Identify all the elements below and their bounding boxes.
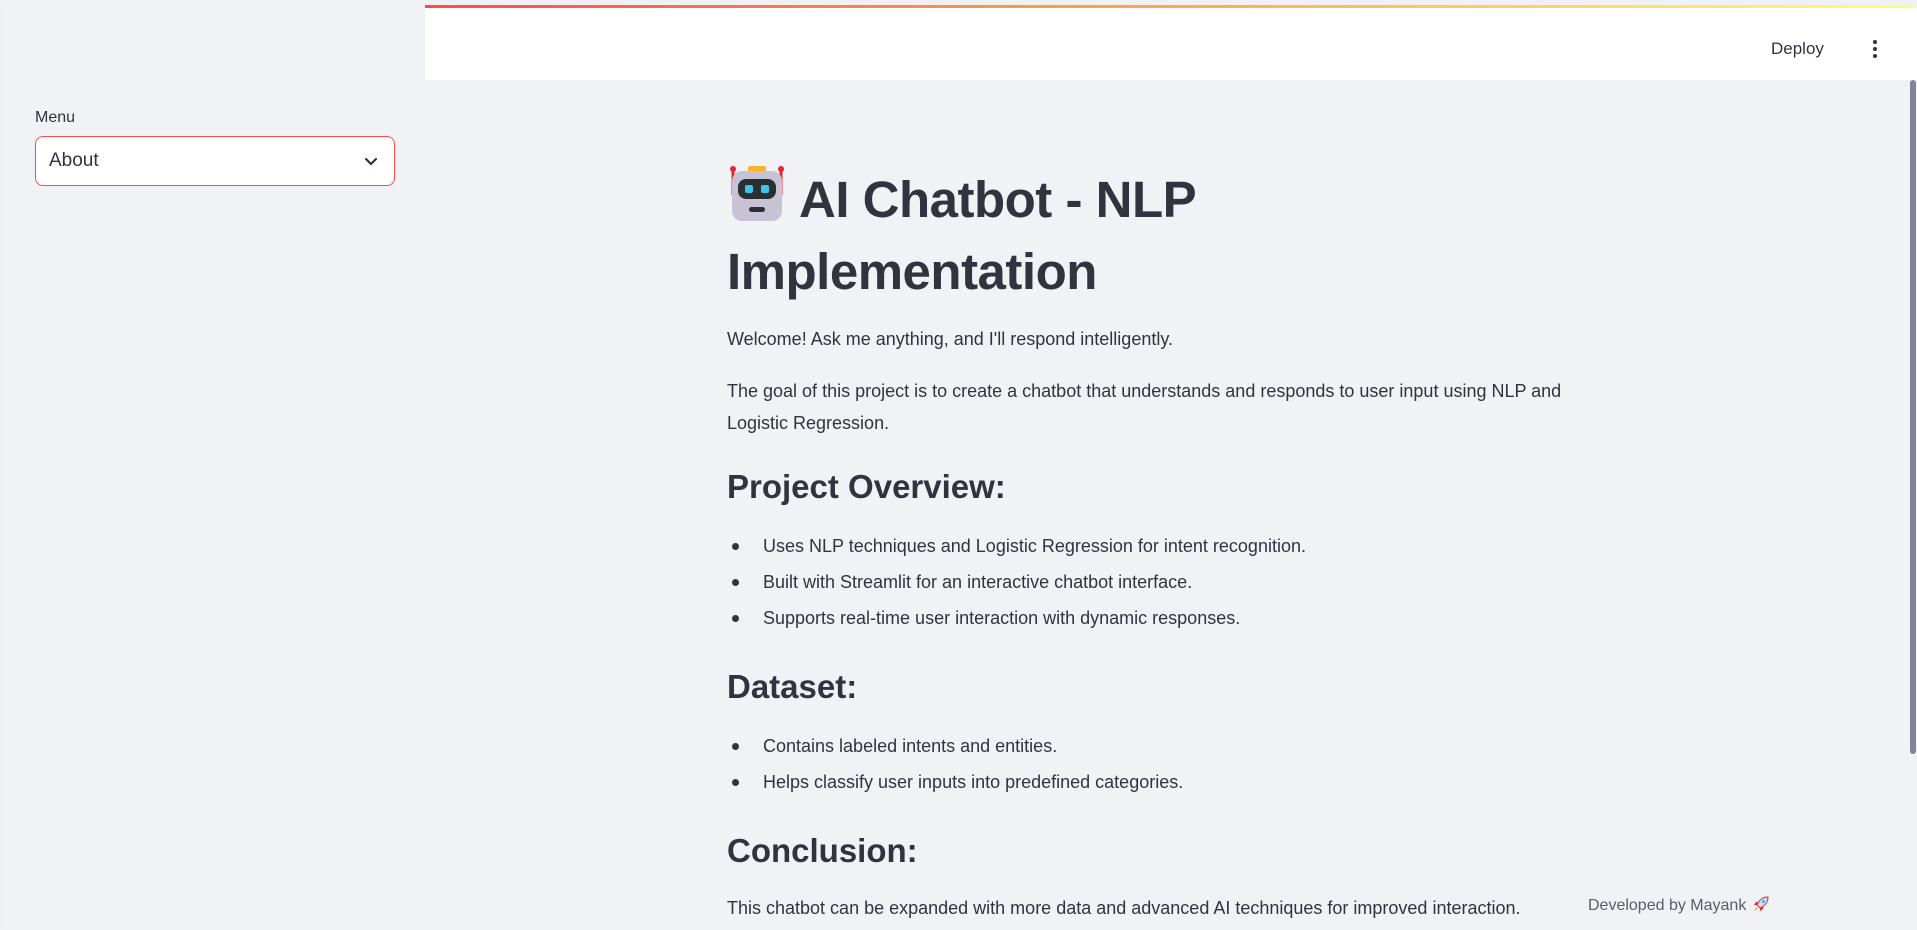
footer-credit: Developed by Mayank: [1588, 895, 1770, 918]
welcome-text: Welcome! Ask me anything, and I'll respo…: [727, 329, 1174, 349]
footer-text: Developed by Mayank: [1588, 897, 1747, 914]
page-title: AI Chatbot - NLP Implementation: [727, 165, 1447, 305]
overview-list: Uses NLP techniques and Logistic Regress…: [727, 528, 1306, 636]
scrollbar[interactable]: [1909, 80, 1917, 930]
dataset-list: Contains labeled intents and entities. H…: [727, 728, 1183, 800]
list-item: Built with Streamlit for an interactive …: [727, 564, 1306, 600]
section-heading-overview: Project Overview:: [727, 468, 1006, 505]
page-title-text: AI Chatbot - NLP Implementation: [727, 171, 1196, 300]
rocket-icon: [1752, 895, 1770, 918]
scrollbar-thumb[interactable]: [1910, 80, 1916, 754]
goal-text: The goal of this project is to create a …: [727, 381, 1562, 433]
list-item: Uses NLP techniques and Logistic Regress…: [727, 528, 1306, 564]
list-item: Supports real-time user interaction with…: [727, 600, 1306, 636]
conclusion-text: This chatbot can be expanded with more d…: [727, 898, 1521, 918]
section-heading-conclusion: Conclusion:: [727, 832, 918, 869]
robot-icon: [727, 165, 787, 239]
app-window: Menu About Deploy AI Chatbot - NLP Imple…: [5, 5, 1917, 930]
list-item: Contains labeled intents and entities.: [727, 728, 1183, 764]
main-content: AI Chatbot - NLP Implementation Welcome!…: [5, 5, 1917, 930]
section-heading-dataset: Dataset:: [727, 668, 858, 705]
list-item: Helps classify user inputs into predefin…: [727, 764, 1183, 800]
